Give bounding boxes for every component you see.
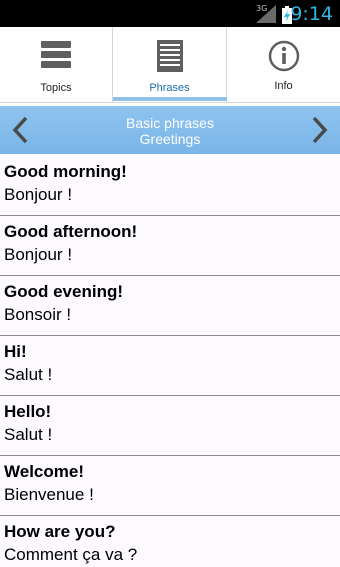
info-icon	[268, 40, 299, 72]
french-translation: Salut !	[4, 365, 53, 384]
list-item[interactable]: Good evening! Bonsoir !	[0, 276, 340, 336]
english-phrase: Good evening!	[4, 282, 123, 301]
list-item[interactable]: Welcome! Bienvenue !	[0, 456, 340, 516]
list-item[interactable]: Hi! Salut !	[0, 336, 340, 396]
english-phrase: Good afternoon!	[4, 222, 138, 241]
english-phrase: Welcome!	[4, 462, 84, 481]
section-title: Basic phrases	[126, 115, 214, 131]
phrase-header: Basic phrases Greetings	[0, 106, 340, 154]
list-item[interactable]: Hello! Salut !	[0, 396, 340, 456]
chevron-right-icon[interactable]	[311, 116, 329, 144]
french-translation: Comment ça va ?	[4, 545, 138, 564]
tab-phrases[interactable]: Phrases	[113, 27, 227, 102]
french-translation: Bonjour !	[4, 245, 73, 264]
tab-bar: Topics Phrases Info	[0, 27, 340, 103]
english-phrase: Good morning!	[4, 162, 127, 181]
list-icon	[41, 41, 71, 68]
french-translation: Salut !	[4, 425, 53, 444]
tab-label: Phrases	[149, 82, 190, 94]
french-translation: Bonjour !	[4, 185, 73, 204]
tab-topics[interactable]: Topics	[0, 27, 113, 102]
english-phrase: Hello!	[4, 402, 52, 421]
tab-label: Topics	[40, 82, 72, 94]
tab-info[interactable]: Info	[227, 27, 340, 102]
header-titles: Basic phrases Greetings	[60, 115, 280, 147]
english-phrase: How are you?	[4, 522, 116, 541]
clock: 9:14	[290, 3, 333, 25]
status-bar: 3G 9:14	[0, 0, 340, 27]
phrase-list: Good morning! Bonjour ! Good afternoon! …	[0, 156, 340, 567]
selected-tab-indicator	[113, 97, 227, 101]
english-phrase: Hi!	[4, 342, 27, 361]
chevron-left-icon[interactable]	[11, 116, 29, 144]
document-lines-icon	[156, 40, 183, 72]
french-translation: Bienvenue !	[4, 485, 94, 504]
list-item[interactable]: How are you? Comment ça va ?	[0, 516, 340, 567]
signal-icon	[256, 5, 276, 23]
tab-label: Info	[274, 80, 293, 92]
list-item[interactable]: Good afternoon! Bonjour !	[0, 216, 340, 276]
section-subtitle: Greetings	[139, 131, 201, 147]
list-item[interactable]: Good morning! Bonjour !	[0, 156, 340, 216]
french-translation: Bonsoir !	[4, 305, 72, 324]
